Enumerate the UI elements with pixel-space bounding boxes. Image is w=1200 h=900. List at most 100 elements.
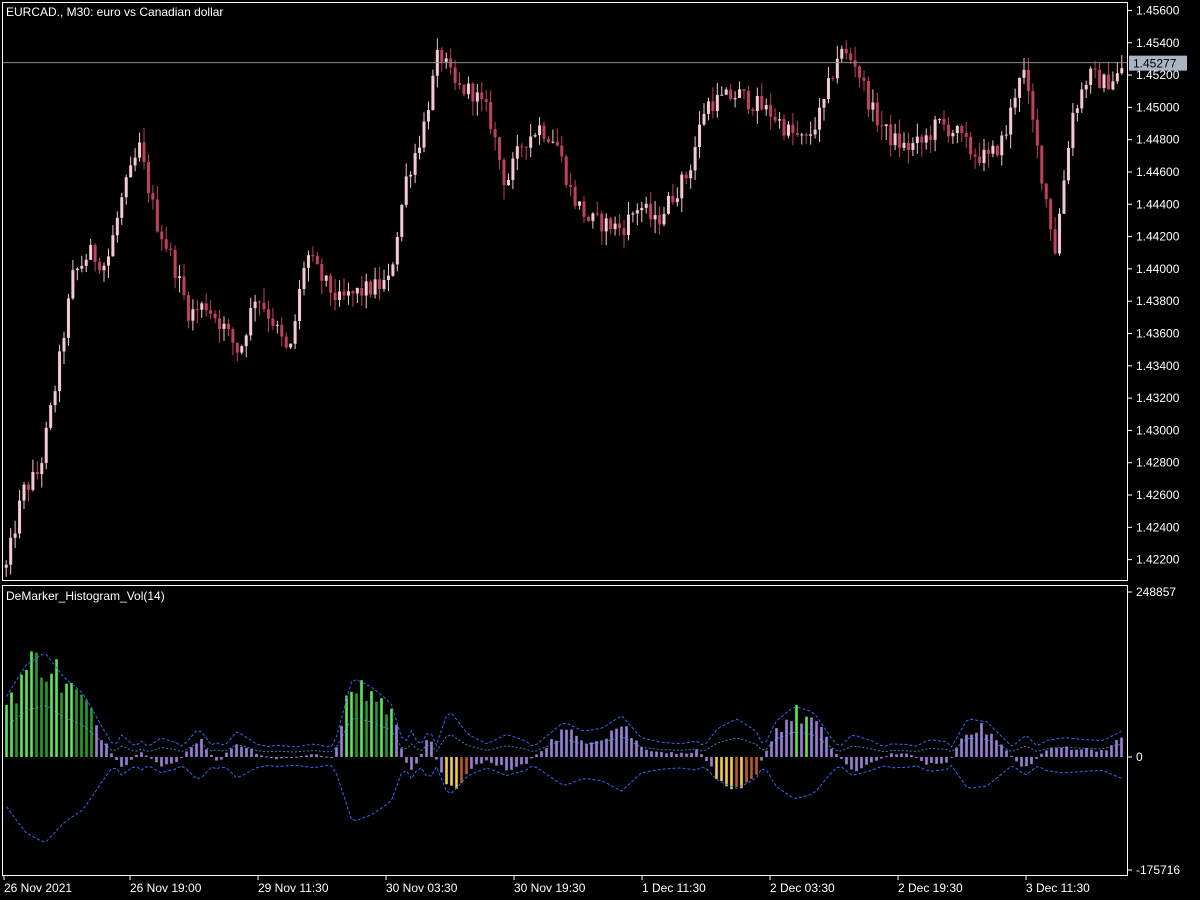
candle-body bbox=[191, 309, 195, 321]
histogram-bar bbox=[370, 691, 373, 757]
candle-body bbox=[160, 231, 164, 240]
histogram-bar bbox=[820, 726, 823, 757]
histogram-bar bbox=[435, 757, 438, 760]
price-tick-label: 1.42400 bbox=[1136, 520, 1180, 534]
histogram-bar bbox=[765, 750, 768, 757]
histogram-bar bbox=[80, 694, 83, 757]
histogram-bar bbox=[255, 753, 258, 757]
candle-body bbox=[804, 134, 808, 136]
histogram-bar bbox=[1115, 740, 1118, 757]
candle-body bbox=[893, 133, 897, 146]
candle-body bbox=[275, 324, 279, 326]
histogram-bar bbox=[750, 757, 753, 779]
candle-body bbox=[44, 427, 48, 464]
candle-body bbox=[1111, 81, 1115, 90]
price-tick-label: 1.42800 bbox=[1136, 456, 1180, 470]
histogram-bar bbox=[45, 681, 48, 757]
histogram-bar bbox=[230, 748, 233, 757]
candle-body bbox=[969, 136, 973, 155]
candle-body bbox=[138, 142, 142, 158]
candle-body bbox=[515, 146, 519, 159]
candle-body bbox=[738, 89, 742, 99]
histogram-bar bbox=[175, 757, 178, 762]
candle-body bbox=[595, 213, 599, 215]
histogram-bar bbox=[65, 683, 68, 757]
histogram-bar bbox=[1105, 750, 1108, 757]
histogram-bar bbox=[625, 726, 628, 757]
candle-body bbox=[764, 104, 768, 110]
histogram-bar bbox=[260, 755, 263, 757]
candle-body bbox=[342, 291, 346, 296]
histogram-bar bbox=[1040, 753, 1043, 757]
candle-body bbox=[706, 101, 710, 114]
indicator-max-label: 248857 bbox=[1136, 585, 1176, 599]
histogram-bar bbox=[90, 708, 93, 757]
candle-body bbox=[560, 145, 564, 157]
candle-body bbox=[924, 135, 928, 143]
candle-body bbox=[231, 329, 235, 343]
candle-body bbox=[582, 201, 586, 217]
candle-body bbox=[542, 125, 546, 139]
candle-body bbox=[835, 58, 839, 79]
histogram-bar bbox=[790, 721, 793, 757]
candle-body bbox=[213, 313, 217, 319]
candle-body bbox=[884, 124, 888, 127]
candle-body bbox=[644, 203, 648, 208]
candle-body bbox=[662, 213, 666, 225]
histogram-bar bbox=[145, 755, 148, 757]
candle-body bbox=[458, 82, 462, 85]
histogram-bar bbox=[595, 741, 598, 757]
histogram-bar bbox=[415, 757, 418, 764]
histogram-bar bbox=[775, 728, 778, 757]
candle-body bbox=[329, 275, 333, 293]
mt5-chart-window[interactable]: EURCAD., M30: euro vs Canadian dollar De… bbox=[0, 0, 1200, 900]
histogram-bar bbox=[305, 755, 308, 757]
candle-body bbox=[693, 147, 697, 171]
histogram-bar bbox=[70, 682, 73, 757]
histogram-bar bbox=[365, 700, 368, 757]
candle-body bbox=[186, 295, 190, 321]
candle-body bbox=[18, 500, 22, 534]
histogram-bar bbox=[280, 757, 283, 759]
histogram-bar bbox=[250, 748, 253, 757]
candle-body bbox=[31, 471, 35, 490]
candle-body bbox=[1044, 183, 1048, 200]
histogram-bar bbox=[1050, 747, 1053, 757]
histogram-bar bbox=[320, 755, 323, 757]
histogram-bar bbox=[660, 751, 663, 757]
candle-body bbox=[720, 94, 724, 96]
histogram-bar bbox=[700, 754, 703, 757]
candle-body bbox=[511, 158, 515, 180]
histogram-bar bbox=[830, 748, 833, 757]
candle-body bbox=[915, 136, 919, 144]
histogram-bar bbox=[585, 743, 588, 757]
histogram-bar bbox=[215, 757, 218, 761]
histogram-bar bbox=[185, 751, 188, 757]
histogram-bar bbox=[810, 717, 813, 757]
histogram-bar bbox=[15, 703, 18, 757]
candle-body bbox=[360, 287, 364, 296]
histogram-bar bbox=[885, 756, 888, 758]
candle-body bbox=[973, 154, 977, 157]
price-tick-label: 1.45600 bbox=[1136, 3, 1180, 17]
histogram-bar bbox=[570, 729, 573, 757]
candle-body bbox=[315, 255, 319, 265]
histogram-bar bbox=[190, 747, 193, 757]
candle-body bbox=[142, 142, 146, 163]
candle-body bbox=[675, 198, 679, 203]
candle-body bbox=[920, 136, 924, 143]
candle-body bbox=[395, 236, 399, 265]
candle-body bbox=[751, 109, 755, 111]
histogram-bar bbox=[540, 751, 543, 757]
candle-body bbox=[506, 179, 510, 186]
candle-body bbox=[302, 267, 306, 290]
candle-body bbox=[249, 308, 253, 336]
candle-body bbox=[93, 245, 97, 262]
price-tick-label: 1.44200 bbox=[1136, 230, 1180, 244]
candle-body bbox=[386, 275, 390, 280]
candle-body bbox=[244, 335, 248, 347]
histogram-bar bbox=[1035, 757, 1038, 759]
histogram-bar bbox=[560, 729, 563, 757]
candle-body bbox=[1040, 145, 1044, 184]
candle-body bbox=[689, 170, 693, 179]
